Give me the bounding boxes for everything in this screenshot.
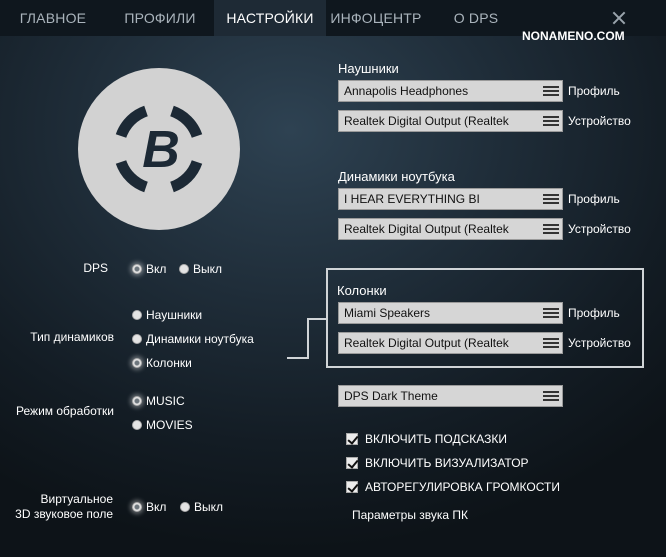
headphones-profile-label: Профиль bbox=[568, 84, 620, 98]
speakers-profile-select[interactable]: Miami Speakers bbox=[338, 302, 563, 324]
connector-line bbox=[308, 318, 326, 320]
checkbox-label: ВКЛЮЧИТЬ ПОДСКАЗКИ bbox=[365, 432, 507, 446]
virtual3d-on-radio[interactable]: Вкл bbox=[132, 500, 166, 514]
menu-icon bbox=[540, 333, 562, 353]
radio-dot-icon bbox=[132, 396, 142, 406]
virtual3d-label-line1: Виртуальное bbox=[40, 492, 113, 506]
speaker-type-headphones-radio[interactable]: Наушники bbox=[132, 308, 202, 322]
menu-icon bbox=[540, 189, 562, 209]
mode-movies-radio[interactable]: MOVIES bbox=[132, 418, 193, 432]
checkbox-checked-icon bbox=[346, 481, 358, 493]
checkbox-label: АВТОРЕГУЛИРОВКА ГРОМКОСТИ bbox=[365, 480, 560, 494]
radio-dot-icon bbox=[132, 264, 142, 274]
watermark-text: NONAMENO.COM bbox=[522, 29, 625, 43]
select-value: Realtek Digital Output (Realtek bbox=[344, 114, 509, 128]
speaker-type-option-label: Наушники bbox=[146, 308, 203, 322]
speaker-type-label: Тип динамиков bbox=[30, 330, 114, 344]
menu-icon bbox=[540, 219, 562, 239]
mode-option-label: MUSIC bbox=[146, 394, 185, 408]
virtual3d-on-label: Вкл bbox=[146, 500, 167, 514]
dps-on-radio[interactable]: Вкл bbox=[132, 262, 166, 276]
auto-volume-checkbox[interactable]: АВТОРЕГУЛИРОВКА ГРОМКОСТИ bbox=[346, 480, 560, 494]
speaker-type-option-label: Колонки bbox=[146, 356, 192, 370]
select-value: Miami Speakers bbox=[344, 306, 431, 320]
headphones-profile-select[interactable]: Annapolis Headphones bbox=[338, 80, 563, 102]
select-value: Realtek Digital Output (Realtek bbox=[344, 336, 509, 350]
laptop-profile-label: Профиль bbox=[568, 192, 620, 206]
logo-letter: B bbox=[142, 121, 180, 179]
mode-option-label: MOVIES bbox=[146, 418, 193, 432]
laptop-device-label: Устройство bbox=[568, 222, 631, 236]
menu-icon bbox=[540, 386, 562, 406]
checkbox-label: ВКЛЮЧИТЬ ВИЗУАЛИЗАТОР bbox=[365, 456, 529, 470]
tab-settings[interactable]: НАСТРОЙКИ bbox=[214, 0, 326, 36]
headphones-device-label: Устройство bbox=[568, 114, 631, 128]
speakers-profile-label: Профиль bbox=[568, 306, 620, 320]
tab-profiles[interactable]: ПРОФИЛИ bbox=[106, 0, 214, 36]
close-icon[interactable] bbox=[612, 11, 626, 25]
virtual3d-off-radio[interactable]: Выкл bbox=[180, 500, 223, 514]
radio-dot-icon bbox=[132, 502, 142, 512]
speakers-title: Колонки bbox=[337, 283, 387, 298]
select-value: I HEAR EVERYTHING BI bbox=[344, 192, 480, 206]
connector-line bbox=[287, 357, 309, 359]
checkbox-checked-icon bbox=[346, 433, 358, 445]
dps-label: DPS bbox=[83, 261, 108, 275]
radio-dot-icon bbox=[132, 420, 142, 430]
enable-tooltips-checkbox[interactable]: ВКЛЮЧИТЬ ПОДСКАЗКИ bbox=[346, 432, 507, 446]
tab-main[interactable]: ГЛАВНОЕ bbox=[0, 0, 106, 36]
processing-mode-label: Режим обработки bbox=[16, 404, 114, 418]
enable-visualizer-checkbox[interactable]: ВКЛЮЧИТЬ ВИЗУАЛИЗАТОР bbox=[346, 456, 529, 470]
virtual3d-off-label: Выкл bbox=[194, 500, 224, 514]
dps-on-label: Вкл bbox=[146, 262, 167, 276]
laptop-profile-select[interactable]: I HEAR EVERYTHING BI bbox=[338, 188, 563, 210]
headphones-title: Наушники bbox=[338, 61, 399, 76]
laptop-speakers-title: Динамики ноутбука bbox=[338, 169, 455, 184]
menu-icon bbox=[540, 81, 562, 101]
select-value: DPS Dark Theme bbox=[344, 389, 438, 403]
radio-dot-icon bbox=[132, 310, 142, 320]
mode-music-radio[interactable]: MUSIC bbox=[132, 394, 185, 408]
speaker-type-speakers-radio[interactable]: Колонки bbox=[132, 356, 192, 370]
radio-dot-icon bbox=[179, 264, 189, 274]
speakers-device-select[interactable]: Realtek Digital Output (Realtek bbox=[338, 332, 563, 354]
speaker-type-laptop-radio[interactable]: Динамики ноутбука bbox=[132, 332, 254, 346]
dps-off-label: Выкл bbox=[193, 262, 223, 276]
radio-dot-icon bbox=[132, 358, 142, 368]
menu-icon bbox=[540, 303, 562, 323]
tab-about-dps[interactable]: О DPS bbox=[426, 0, 526, 36]
checkbox-checked-icon bbox=[346, 457, 358, 469]
radio-dot-icon bbox=[180, 502, 190, 512]
virtual3d-label-line2: 3D звуковое поле bbox=[15, 507, 113, 521]
laptop-device-select[interactable]: Realtek Digital Output (Realtek bbox=[338, 218, 563, 240]
connector-line bbox=[307, 318, 309, 359]
pc-sound-settings-link[interactable]: Параметры звука ПК bbox=[352, 508, 468, 522]
menu-icon bbox=[540, 111, 562, 131]
speakers-device-label: Устройство bbox=[568, 336, 631, 350]
tab-infocenter[interactable]: ИНФОЦЕНТР bbox=[326, 0, 426, 36]
theme-select[interactable]: DPS Dark Theme bbox=[338, 385, 563, 407]
speaker-type-option-label: Динамики ноутбука bbox=[146, 332, 254, 346]
select-value: Realtek Digital Output (Realtek bbox=[344, 222, 509, 236]
select-value: Annapolis Headphones bbox=[344, 84, 469, 98]
dps-logo-icon: B bbox=[78, 68, 240, 230]
dps-off-radio[interactable]: Выкл bbox=[179, 262, 222, 276]
radio-dot-icon bbox=[132, 334, 142, 344]
headphones-device-select[interactable]: Realtek Digital Output (Realtek bbox=[338, 110, 563, 132]
